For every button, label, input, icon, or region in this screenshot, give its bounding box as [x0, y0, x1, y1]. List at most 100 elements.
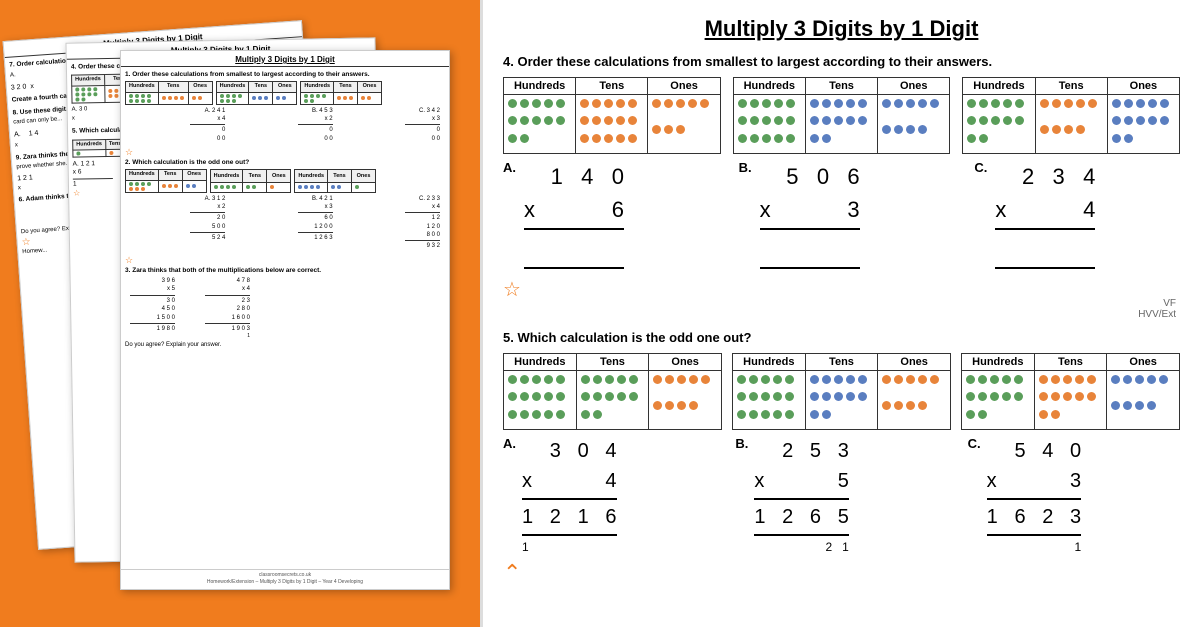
td-ones-b — [878, 95, 950, 154]
td-hundreds-c — [963, 95, 1035, 154]
calc-4c-top: 2 3 4 — [995, 160, 1095, 193]
s5-col-tens-c: Tens — [1034, 354, 1107, 371]
ws-footer: classroomsecrets.co.uk Homework/Extensio… — [121, 569, 449, 585]
worksheet-front: Multiply 3 Digits by 1 Digit 1. Order th… — [120, 50, 450, 590]
calc-4c-result — [995, 232, 1095, 265]
col-tens-b: Tens — [805, 78, 877, 95]
s5-dot-table-b: Hundreds Tens Ones — [732, 353, 951, 430]
s5-td-tens-b — [805, 371, 878, 430]
s5-col-tens-a: Tens — [576, 354, 649, 371]
s5-dot-table-a: Hundreds Tens Ones — [503, 353, 722, 430]
td-ones-a — [648, 95, 720, 154]
col-tens-a: Tens — [576, 78, 648, 95]
s5-td-ones-a — [649, 371, 722, 430]
vf-badge: VFHVV/Ext — [503, 298, 1180, 320]
s5-calc-c-top: 5 4 0 — [987, 436, 1082, 466]
s5-td-ones-c — [1107, 371, 1180, 430]
mult-x-4b: x — [760, 193, 771, 226]
s5-col-ones-c: Ones — [1107, 354, 1180, 371]
calc-block-4a: A. 1 4 0 x 6 — [503, 160, 709, 271]
calc-4c-multiplier: 4 — [1083, 193, 1095, 226]
s5-mult-x-c: x — [987, 466, 997, 496]
s5-mult-x-a: x — [522, 466, 532, 496]
s5-col-hundreds-c: Hundreds — [962, 354, 1035, 371]
right-panel: Multiply 3 Digits by 1 Digit 4. Order th… — [480, 0, 1200, 627]
calc-block-4b: B. 5 0 6 x 3 — [739, 160, 945, 271]
section4: 4. Order these calculations from smalles… — [503, 54, 1180, 302]
section5-title: 5. Which calculation is the odd one out? — [503, 330, 1180, 345]
col-hundreds-b: Hundreds — [733, 78, 805, 95]
left-panel: Multiply 3 Digits by 1 Digit 7. Order ca… — [0, 0, 480, 627]
section4-dot-tables: Hundreds Tens Ones — [503, 77, 1180, 154]
s5-calc-label-c: C. — [968, 436, 981, 451]
mult-x-4c: x — [995, 193, 1006, 226]
calc-4b-multiplier: 3 — [847, 193, 859, 226]
calc-4b-mult: x 3 — [760, 193, 860, 226]
s5-col-hundreds-a: Hundreds — [504, 354, 577, 371]
s5-calc-block-b: B. 2 5 3 x 5 1 2 6 5 2 1 — [735, 436, 947, 556]
s5-dot-table-c: Hundreds Tens Ones — [961, 353, 1180, 430]
s5-td-hundreds-c — [962, 371, 1035, 430]
s5-td-hundreds-b — [733, 371, 806, 430]
s5-calc-c-multiplier: 3 — [1070, 466, 1081, 496]
calc-4a-top: 1 4 0 — [524, 160, 624, 193]
s5-calc-block-c: C. 5 4 0 x 3 1 6 2 3 1 — [968, 436, 1180, 556]
section5-calculations: A. 3 0 4 x 4 1 2 1 6 1 — [503, 436, 1180, 556]
calc-4b-result — [760, 232, 860, 265]
col-tens-c: Tens — [1035, 78, 1107, 95]
col-ones-a: Ones — [648, 78, 720, 95]
col-ones-b: Ones — [878, 78, 950, 95]
s5-td-hundreds-a — [504, 371, 577, 430]
s5-calc-b-top: 2 5 3 — [754, 436, 849, 466]
s5-td-tens-c — [1034, 371, 1107, 430]
s5-calc-b-mult: x 5 — [754, 466, 849, 496]
td-tens-a — [576, 95, 648, 154]
calc-4a-multiplier: 6 — [612, 193, 624, 226]
td-hundreds-b — [733, 95, 805, 154]
ws-front-title: Multiply 3 Digits by 1 Digit — [121, 51, 449, 67]
section4-title: 4. Order these calculations from smalles… — [503, 54, 1180, 69]
s5-calc-a-mult: x 4 — [522, 466, 617, 496]
s5-mult-x-b: x — [754, 466, 764, 496]
section4-label: 4. Order these calculations from smalles… — [503, 54, 992, 69]
s5-calc-a-result: 1 2 1 6 — [522, 502, 617, 532]
s5-calc-block-a: A. 3 0 4 x 4 1 2 1 6 1 — [503, 436, 715, 556]
dot-table-b: Hundreds Tens Ones — [733, 77, 951, 154]
section4-calculations: A. 1 4 0 x 6 B. — [503, 160, 1180, 271]
s5-col-ones-b: Ones — [878, 354, 951, 371]
s5-calc-a-top: 3 0 4 — [522, 436, 617, 466]
star-icon-4: ☆ — [503, 279, 521, 301]
worksheet-stack: Multiply 3 Digits by 1 Digit 7. Order ca… — [20, 20, 460, 610]
s5-calc-c-mult: x 3 — [987, 466, 1082, 496]
s5-calc-c-carry: 1 — [987, 538, 1082, 556]
s5-calc-label-b: B. — [735, 436, 748, 451]
dot-table-a: Hundreds Tens Ones — [503, 77, 721, 154]
dot-table-c: Hundreds Tens Ones — [962, 77, 1180, 154]
calc-label-4a: A. — [503, 160, 516, 175]
s5-calc-label-a: A. — [503, 436, 516, 451]
calc-4a-result — [524, 232, 624, 265]
s5-calc-c-result: 1 6 2 3 — [987, 502, 1082, 532]
calc-label-4b: B. — [739, 160, 752, 175]
s5-col-ones-a: Ones — [649, 354, 722, 371]
calc-block-4c: C. 2 3 4 x 4 — [974, 160, 1180, 271]
ws-front-content: 1. Order these calculations from smalles… — [121, 67, 449, 358]
mult-x-4a: x — [524, 193, 535, 226]
td-hundreds-a — [504, 95, 576, 154]
td-tens-b — [805, 95, 877, 154]
s5-calc-b-multiplier: 5 — [838, 466, 849, 496]
calc-4c-mult: x 4 — [995, 193, 1095, 226]
td-ones-c — [1107, 95, 1179, 154]
td-tens-c — [1035, 95, 1107, 154]
s5-calc-a-multiplier: 4 — [605, 466, 616, 496]
s5-td-ones-b — [878, 371, 951, 430]
section5: 5. Which calculation is the odd one out?… — [503, 330, 1180, 586]
calc-4b-top: 5 0 6 — [760, 160, 860, 193]
s5-col-hundreds-b: Hundreds — [733, 354, 806, 371]
page-title: Multiply 3 Digits by 1 Digit — [503, 16, 1180, 42]
calc-label-4c: C. — [974, 160, 987, 175]
s5-col-tens-b: Tens — [805, 354, 878, 371]
s5-td-tens-a — [576, 371, 649, 430]
s5-calc-b-carry: 2 1 — [754, 538, 849, 556]
col-hundreds-c: Hundreds — [963, 78, 1035, 95]
